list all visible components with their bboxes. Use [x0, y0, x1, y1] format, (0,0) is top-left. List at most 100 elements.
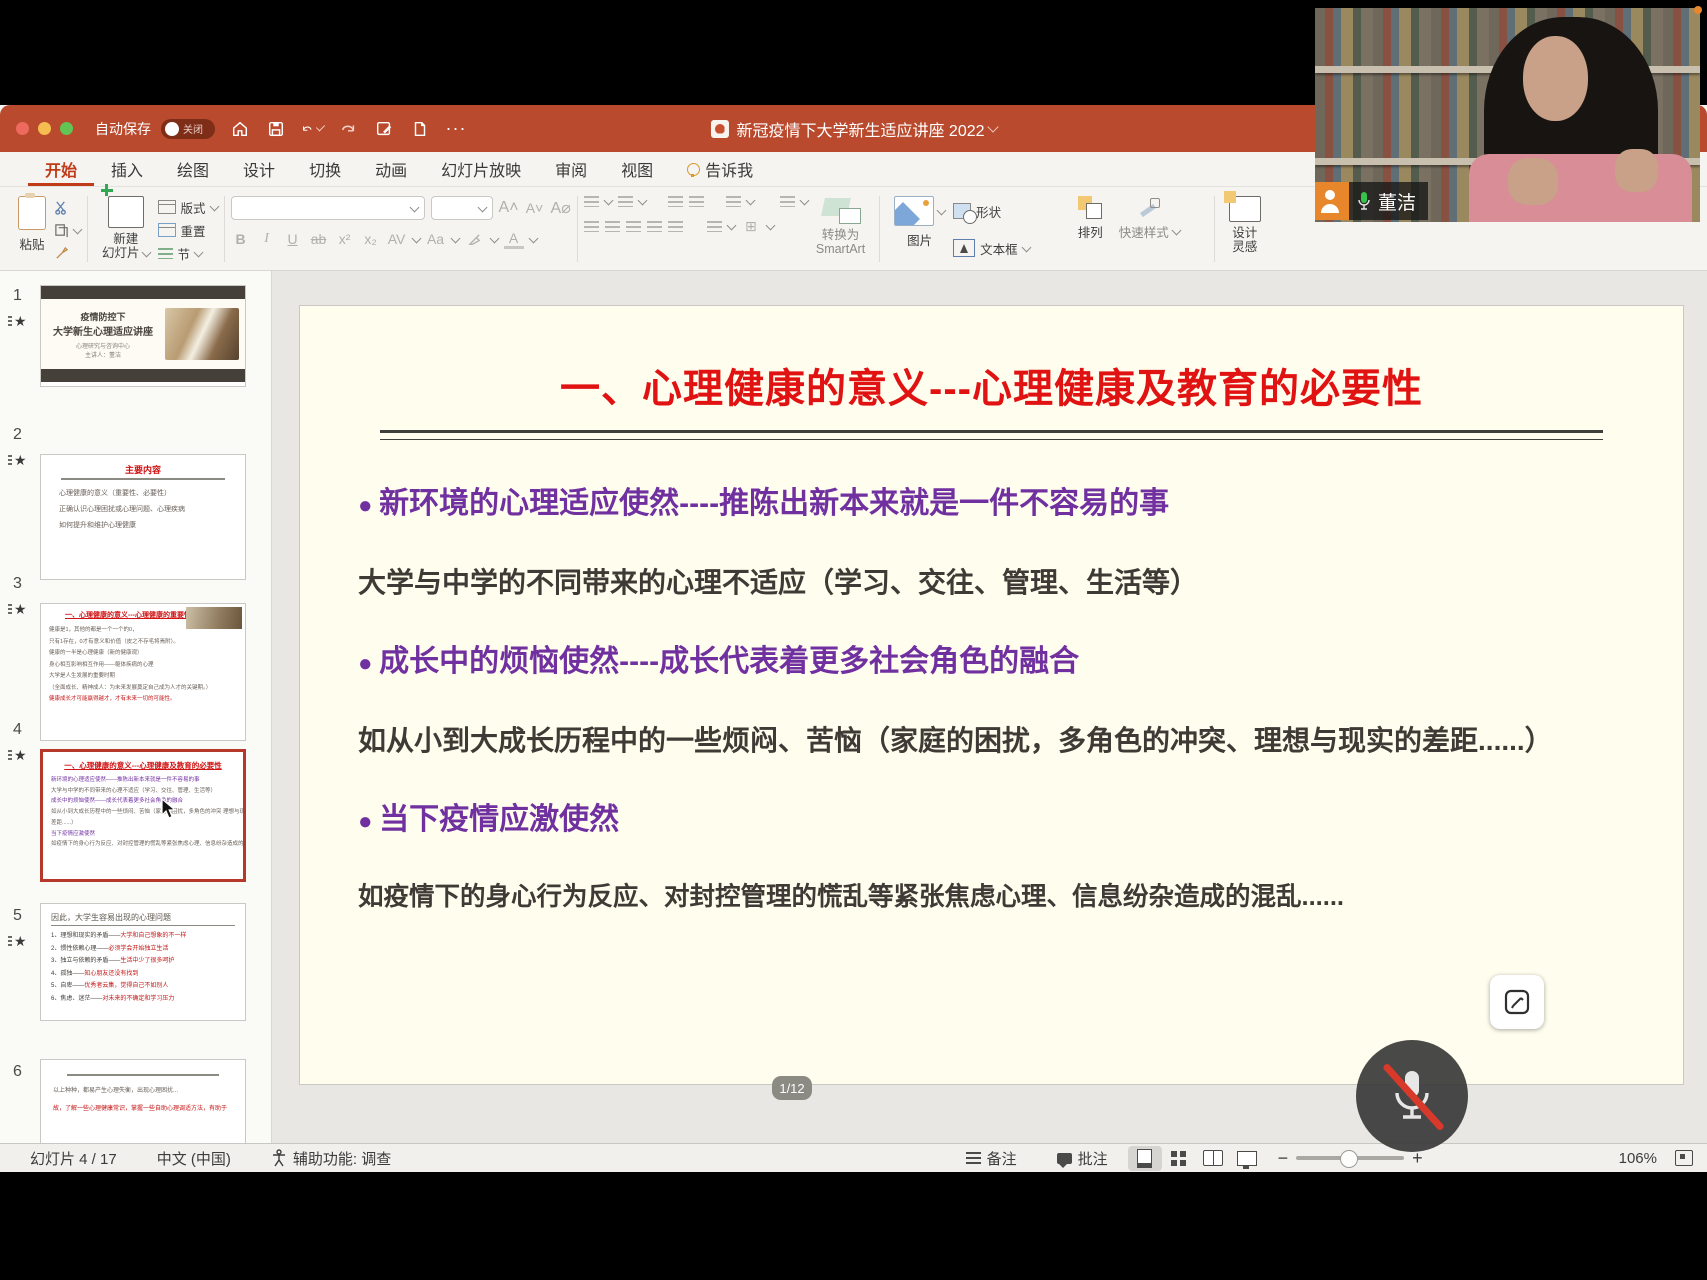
align-justify-button[interactable] [647, 221, 662, 232]
save-as-icon[interactable] [373, 118, 395, 140]
picture-button[interactable]: 图片 [886, 196, 953, 249]
subscript-button[interactable]: x₂ [361, 229, 381, 249]
slide-title[interactable]: 一、心理健康的意义---心理健康及教育的必要性 [360, 356, 1623, 414]
comments-button[interactable]: 批注 [1037, 1148, 1128, 1169]
align-left-button[interactable] [584, 221, 599, 232]
annotation-tool-button[interactable] [1490, 975, 1544, 1029]
shapes-button[interactable]: 形状 [953, 202, 1030, 220]
title-chevron-icon[interactable] [987, 121, 998, 132]
change-case-chevron-icon[interactable] [450, 233, 460, 243]
autosave-toggle[interactable]: 关闭 [161, 119, 215, 139]
overflow-menu-icon[interactable]: ··· [445, 118, 467, 140]
bullets-button[interactable] [584, 196, 599, 207]
slide-thumbnail-1[interactable]: 疫情防控下 大学新生心理适应讲座 心理研究与咨询中心 主讲人：董洁 [40, 285, 246, 387]
slide-bullet-line[interactable]: 如疫情下的身心行为反应、对封控管理的慌乱等紧张焦虑心理、信息纷杂造成的混乱...… [358, 879, 1625, 916]
align-right-button[interactable] [626, 221, 641, 232]
clear-formatting-button[interactable]: A⌀ [551, 198, 571, 218]
menu-tab[interactable]: 幻灯片放映 [424, 152, 538, 186]
section-chevron-icon[interactable] [194, 247, 204, 257]
copy-chevron-icon[interactable] [73, 224, 83, 234]
textbox-chevron-icon[interactable] [1021, 242, 1031, 252]
slide-thumbnail-6[interactable]: 以上种种，都易产生心理失衡，出现心理困扰...故，了解一些心理健康常识，掌握一些… [40, 1059, 246, 1143]
slide-bullet-line[interactable]: 大学与中学的不同带来的心理不适应（学习、交往、管理、生活等） [358, 563, 1625, 604]
picture-chevron-icon[interactable] [937, 205, 947, 215]
strikethrough-button[interactable]: ab [309, 229, 329, 249]
numbering-button[interactable] [618, 196, 633, 207]
font-color-chevron-icon[interactable] [528, 233, 538, 243]
quick-styles-button[interactable]: 快速样式 [1111, 196, 1188, 241]
font-name-combobox[interactable] [231, 196, 425, 220]
zoom-slider-thumb[interactable] [1340, 1150, 1358, 1168]
reset-button[interactable]: 重置 [158, 221, 218, 239]
copy-button[interactable] [54, 221, 81, 239]
align-text-chevron-icon[interactable] [765, 220, 775, 230]
layout-button[interactable]: 版式 [158, 198, 218, 216]
italic-button[interactable]: I [257, 229, 277, 249]
arrange-button[interactable]: 排列 [1070, 196, 1111, 241]
zoom-out-button[interactable]: − [1278, 1148, 1289, 1169]
font-size-chevron-icon[interactable] [477, 202, 487, 212]
text-direction-chevron-icon[interactable] [726, 220, 736, 230]
zoom-slider[interactable] [1296, 1156, 1404, 1160]
font-size-combobox[interactable] [431, 196, 493, 220]
decrease-font-button[interactable]: A˅ [525, 198, 545, 218]
slide-canvas[interactable]: 一、心理健康的意义---心理健康及教育的必要性 新环境的心理适应使然----推陈… [300, 306, 1683, 1084]
line-spacing-button[interactable] [726, 196, 741, 207]
reading-view-button[interactable] [1196, 1146, 1230, 1171]
convert-to-smartart-button[interactable]: 转换为 SmartArt [808, 196, 873, 257]
slide-bullet-line[interactable]: 新环境的心理适应使然----推陈出新本来就是一件不容易的事 [358, 482, 1625, 526]
slide-thumbnail-2[interactable]: 主要内容 心理健康的意义（重要性、必要性）正确认识心理困扰或心理问题、心理疾病如… [40, 454, 246, 580]
accessibility-status[interactable]: 辅助功能: 调查 [251, 1148, 411, 1169]
bullets-chevron-icon[interactable] [603, 196, 613, 206]
text-direction-button[interactable] [707, 221, 722, 232]
home-icon[interactable] [229, 118, 251, 140]
slideshow-button[interactable] [1230, 1146, 1264, 1171]
slide-bullet-line[interactable]: 成长中的烦恼使然----成长代表着更多社会角色的融合 [358, 640, 1625, 684]
undo-icon[interactable] [301, 118, 323, 140]
menu-tab[interactable]: 动画 [358, 152, 424, 186]
change-case-button[interactable]: Aa [426, 229, 446, 249]
new-document-icon[interactable] [409, 118, 431, 140]
redo-icon[interactable] [337, 118, 359, 140]
bold-button[interactable]: B [231, 229, 251, 249]
slide-body-text[interactable]: 新环境的心理适应使然----推陈出新本来就是一件不容易的事大学与中学的不同带来的… [300, 440, 1683, 916]
menu-tab[interactable]: 审阅 [538, 152, 604, 186]
minimize-button[interactable] [38, 122, 51, 135]
character-spacing-chevron-icon[interactable] [411, 233, 421, 243]
highlight-chevron-icon[interactable] [489, 233, 499, 243]
layout-chevron-icon[interactable] [209, 201, 219, 211]
decrease-indent-button[interactable] [668, 196, 683, 207]
menu-tab[interactable]: 绘图 [160, 152, 226, 186]
superscript-button[interactable]: x² [335, 229, 355, 249]
underline-button[interactable]: U [283, 229, 303, 249]
slide-sorter-view-button[interactable] [1162, 1146, 1196, 1171]
quick-styles-chevron-icon[interactable] [1171, 226, 1181, 236]
fullscreen-button[interactable] [60, 122, 73, 135]
section-button[interactable]: 节 [158, 244, 218, 262]
numbering-chevron-icon[interactable] [637, 196, 647, 206]
character-spacing-button[interactable]: AV [387, 229, 407, 249]
format-painter-button[interactable] [54, 244, 81, 262]
menu-tab[interactable]: 插入 [94, 152, 160, 186]
language-indicator[interactable]: 中文 (中国) [137, 1148, 251, 1169]
menu-tab[interactable]: 告诉我 [670, 152, 770, 186]
increase-indent-button[interactable] [689, 196, 704, 207]
cut-button[interactable] [54, 198, 81, 216]
slide-bullet-line[interactable]: 如从小到大成长历程中的一些烦闷、苦恼（家庭的困扰，多角色的冲突、理想与现实的差距… [358, 721, 1625, 762]
design-ideas-button[interactable]: 设计 灵感 [1221, 196, 1269, 255]
normal-view-button[interactable] [1128, 1146, 1162, 1171]
align-text-button[interactable]: ⊞ [741, 216, 761, 236]
align-center-button[interactable] [605, 221, 620, 232]
columns-button[interactable] [668, 221, 683, 232]
menu-tab[interactable]: 切换 [292, 152, 358, 186]
textbox-button[interactable]: 文本框 [953, 239, 1030, 257]
font-color-button[interactable]: A [504, 229, 524, 249]
menu-tab[interactable]: 视图 [604, 152, 670, 186]
fit-to-window-button[interactable] [1667, 1146, 1701, 1171]
undo-chevron-icon[interactable] [316, 122, 325, 131]
justify-button[interactable] [780, 196, 795, 207]
notes-button[interactable]: 备注 [946, 1148, 1037, 1169]
slide-bullet-line[interactable]: 当下疫情应激使然 [358, 798, 1625, 842]
close-button[interactable] [16, 122, 29, 135]
highlight-button[interactable] [465, 229, 485, 249]
